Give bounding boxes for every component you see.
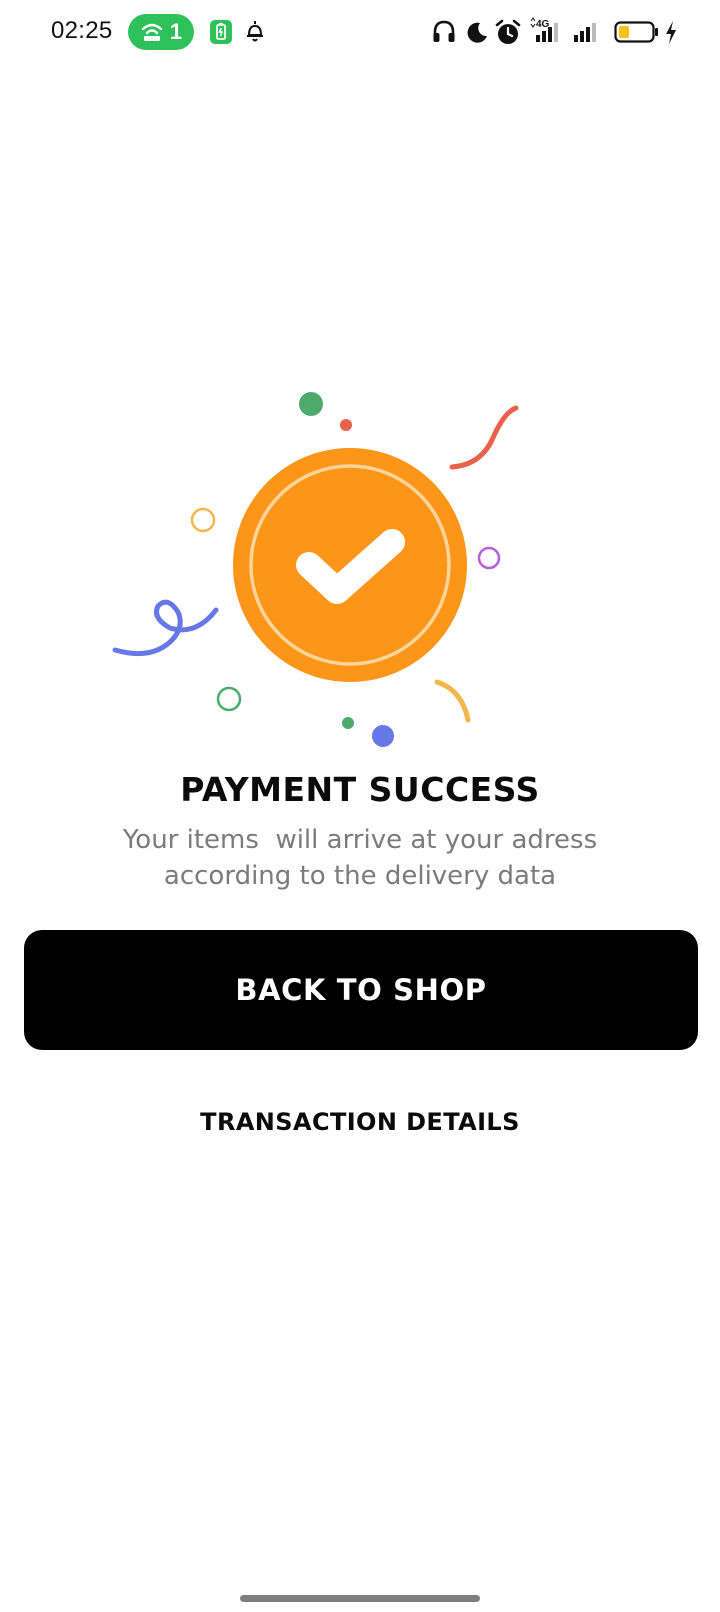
payment-success-title: PAYMENT SUCCESS [180, 770, 540, 809]
home-indicator[interactable] [240, 1595, 480, 1602]
status-bar: 02:25 1 4G [0, 0, 720, 64]
confetti-streamer-yellow [434, 679, 471, 723]
status-time: 02:25 [51, 17, 113, 44]
payment-success-screen: 02:25 1 4G PAYMENT SUCCESS Your items wi… [0, 0, 720, 1612]
confetti-streamer-red [449, 405, 519, 470]
success-illustration [112, 392, 519, 747]
alarm-icon [495, 19, 521, 44]
network-type-label: 4G [536, 19, 550, 30]
headphones-icon [433, 20, 455, 42]
delivery-message: Your items will arrive at your adress ac… [122, 825, 598, 891]
confetti-ring-yellow [190, 507, 216, 533]
notification-bell-icon [247, 21, 263, 42]
signal-icon [574, 23, 596, 42]
battery-icon [614, 21, 658, 43]
confetti-dot-green [299, 392, 323, 416]
confetti-ring-purple [477, 546, 501, 570]
signal-4g-icon: 4G [530, 17, 558, 42]
confetti-dot-small-green [342, 717, 354, 729]
hotspot-count: 1 [169, 19, 183, 44]
moon-icon [467, 22, 487, 43]
transaction-details-link[interactable]: TRANSACTION DETAILS [0, 1100, 720, 1144]
charging-icon [666, 21, 676, 44]
confetti-streamer-blue [112, 599, 219, 657]
confetti-ring-green [216, 686, 242, 712]
battery-saver-app-icon [210, 20, 232, 44]
confetti-dot-red [340, 419, 352, 431]
hotspot-icon [141, 23, 163, 41]
check-circle-icon [233, 448, 467, 682]
confetti-dot-blue [372, 725, 394, 747]
hotspot-indicator[interactable]: 1 [128, 14, 194, 50]
back-to-shop-button[interactable]: BACK TO SHOP [24, 930, 698, 1050]
